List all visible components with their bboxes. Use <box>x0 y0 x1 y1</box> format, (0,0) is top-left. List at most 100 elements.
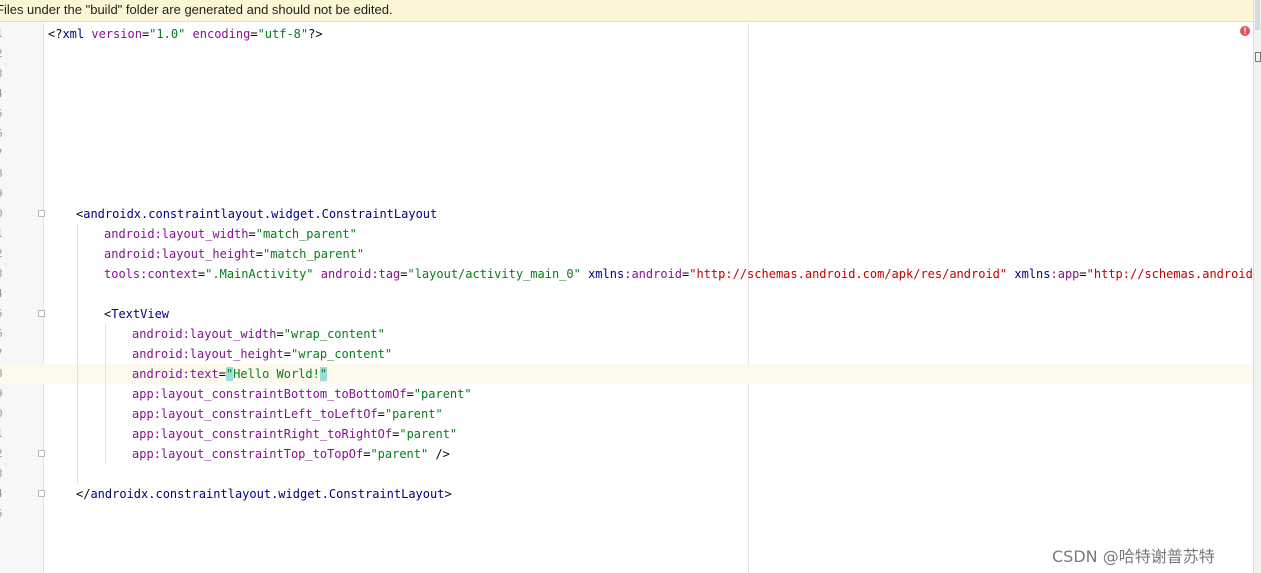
code-token: :context <box>140 267 198 281</box>
right-tool-strip[interactable] <box>1253 0 1261 573</box>
code-token: /> <box>428 447 450 461</box>
code-line[interactable]: 1<?xml version="1.0" encoding="utf-8"?> <box>0 24 1253 44</box>
code-text: <androidx.constraintlayout.widget.Constr… <box>76 204 437 224</box>
code-line[interactable]: 7 <box>0 144 1253 164</box>
code-token: :app <box>1050 267 1080 281</box>
line-number: 0 <box>0 204 10 224</box>
line-number: 5 <box>0 504 10 524</box>
line-number: 5 <box>0 304 10 324</box>
line-number: 4 <box>0 284 10 304</box>
code-token: xmlns <box>580 267 625 281</box>
code-text: android:layout_height="wrap_content" <box>132 344 392 364</box>
code-token: > <box>444 487 452 501</box>
code-line[interactable]: 6 <box>0 124 1253 144</box>
code-line[interactable]: 2 app:layout_constraintTop_toTopOf="paren… <box>0 444 1253 464</box>
code-token: "utf-8" <box>257 27 309 41</box>
indent-guide <box>77 224 78 484</box>
code-line[interactable]: 3 <box>0 64 1253 84</box>
line-number: 4 <box>0 84 10 104</box>
code-token: :layout_constraintLeft_toLeftOf <box>153 407 378 421</box>
indent-guide <box>105 324 106 464</box>
code-line[interactable]: 3 tools:context = ".MainActivity" android:t… <box>0 264 1261 284</box>
code-line[interactable]: 5 <box>0 104 1253 124</box>
code-line[interactable]: 2 <box>0 44 1253 64</box>
code-line[interactable]: 8 android:text="Hello World!" <box>0 364 1253 384</box>
code-text: tools:context = ".MainActivity" android:ta… <box>104 264 1261 284</box>
code-token: = <box>283 347 291 361</box>
code-token: app <box>132 387 154 401</box>
code-token: :layout_height <box>182 347 284 361</box>
code-token: = <box>406 387 414 401</box>
code-token: xml <box>62 27 85 41</box>
tool-window-tab[interactable] <box>1255 0 1260 30</box>
code-token: :layout_width <box>154 227 249 241</box>
code-token: ".MainActivity" <box>205 267 314 281</box>
code-token: encoding <box>185 27 251 41</box>
layout-validation-icon[interactable] <box>1255 52 1261 62</box>
code-line[interactable]: 2 android:layout_height="match_parent" <box>0 244 1253 264</box>
code-token: android <box>104 227 155 241</box>
code-token: xmlns <box>1007 267 1051 281</box>
code-line[interactable]: 8 <box>0 164 1253 184</box>
code-line[interactable]: 4 <box>0 84 1253 104</box>
line-number: 1 <box>0 224 10 244</box>
code-text: app:layout_constraintRight_toRightOf="pa… <box>132 424 457 444</box>
code-line[interactable]: 9 app:layout_constraintBottom_toBottomOf=… <box>0 384 1253 404</box>
code-line[interactable]: 3 <box>0 464 1253 484</box>
code-token: "http://schemas.android.com/apk/res/andr… <box>689 267 1008 281</box>
code-text: <TextView <box>104 304 169 324</box>
line-number: 2 <box>0 44 10 64</box>
fold-marker-icon[interactable] <box>38 490 45 497</box>
code-token: version <box>84 27 142 41</box>
code-line[interactable]: 6 android:layout_width="wrap_content" <box>0 324 1253 344</box>
code-token: Hello World! <box>233 367 320 381</box>
code-token: "wrap_content" <box>290 347 393 361</box>
line-number: 0 <box>0 404 10 424</box>
line-number: 9 <box>0 384 10 404</box>
code-token: "http://schemas.android.com/ <box>1086 267 1261 281</box>
banner-text: Files under the "build" folder are gener… <box>0 2 393 17</box>
code-token: android <box>132 367 183 381</box>
code-token: :tag <box>371 267 401 281</box>
error-indicator-icon[interactable]: ! <box>1240 26 1250 36</box>
code-token: = <box>250 27 258 41</box>
code-token: android <box>132 327 183 341</box>
code-token: "wrap_content" <box>283 327 385 341</box>
code-token: = <box>1079 267 1087 281</box>
generated-files-warning-banner: Files under the "build" folder are gener… <box>0 0 1253 22</box>
code-line[interactable]: 5 <TextView <box>0 304 1253 324</box>
fold-marker-icon[interactable] <box>38 450 45 457</box>
line-number: 5 <box>0 104 10 124</box>
watermark: CSDN @哈特谢普苏特 <box>1052 547 1215 566</box>
code-line[interactable]: 0 <androidx.constraintlayout.widget.Const… <box>0 204 1253 224</box>
code-token: :layout_constraintBottom_toBottomOf <box>153 387 407 401</box>
code-token: :text <box>182 367 219 381</box>
code-token: android <box>132 347 183 361</box>
code-line[interactable]: 4 </androidx.constraintlayout.widget.Cons… <box>0 484 1253 504</box>
fold-marker-icon[interactable] <box>38 210 45 217</box>
code-line[interactable]: 9 <box>0 184 1253 204</box>
code-text: android:text="Hello World!" <box>132 364 328 384</box>
code-token: app <box>132 407 154 421</box>
line-number: 3 <box>0 64 10 84</box>
code-token: android <box>104 247 155 261</box>
code-text: android:layout_width="match_parent" <box>104 224 357 244</box>
code-line[interactable]: 1 android:layout_width="match_parent" <box>0 224 1253 244</box>
code-line[interactable]: 1 app:layout_constraintRight_toRightOf="p… <box>0 424 1253 444</box>
code-token: TextView <box>111 307 170 321</box>
code-line[interactable]: 5 <box>0 504 1253 524</box>
code-token: "match_parent" <box>262 247 365 261</box>
code-token: :layout_height <box>154 247 256 261</box>
line-number: 8 <box>0 364 10 384</box>
fold-marker-icon[interactable] <box>38 310 45 317</box>
code-line[interactable]: 0 app:layout_constraintLeft_toLeftOf="par… <box>0 404 1253 424</box>
code-line[interactable]: 7 android:layout_height="wrap_content" <box>0 344 1253 364</box>
code-token: = <box>377 407 385 421</box>
code-text: app:layout_constraintBottom_toBottomOf="… <box>132 384 472 404</box>
code-token: "parent" <box>399 427 458 441</box>
code-text: app:layout_constraintTop_toTopOf="parent… <box>132 444 450 464</box>
line-number: 4 <box>0 484 10 504</box>
code-line[interactable]: 4 <box>0 284 1253 304</box>
line-number: 3 <box>0 264 10 284</box>
code-token: = <box>218 367 226 381</box>
